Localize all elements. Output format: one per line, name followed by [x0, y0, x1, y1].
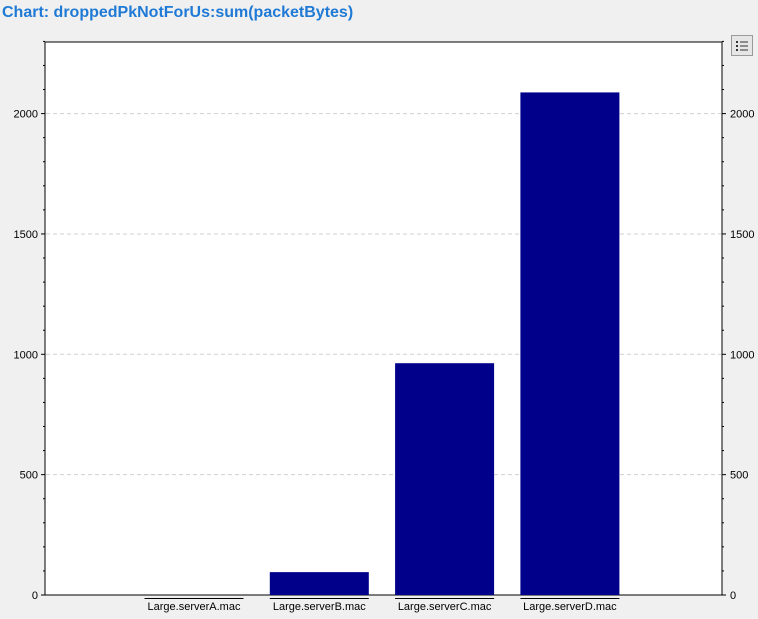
y-tick-label-left: 500 — [20, 470, 38, 482]
y-tick-label-left: 1000 — [14, 349, 38, 361]
x-category-label: Large.serverA.mac — [148, 601, 241, 613]
bar — [395, 363, 495, 595]
y-tick-label-left: 1500 — [14, 229, 38, 241]
x-category-label: Large.serverB.mac — [273, 601, 366, 613]
bar — [520, 92, 620, 596]
category-labels: Large.serverA.mac Large.serverB.mac Large.… — [144, 598, 620, 613]
x-category-label: Large.serverD.mac — [523, 601, 617, 613]
y-tick-label-right: 0 — [730, 590, 736, 602]
x-category-label: Large.serverC.mac — [398, 601, 492, 613]
bar — [269, 572, 369, 595]
bar-chart: 0 0 500 500 1000 1000 1500 1500 2000 2000 Large.s… — [14, 40, 754, 613]
y-tick-label-right: 500 — [730, 470, 748, 482]
y-tick-label-right: 1500 — [730, 229, 754, 241]
plot-area — [44, 41, 723, 596]
y-tick-label-right: 2000 — [730, 109, 754, 121]
y-tick-label-left: 2000 — [14, 109, 38, 121]
y-tick-label-left: 0 — [32, 590, 38, 602]
y-tick-label-right: 1000 — [730, 349, 754, 361]
